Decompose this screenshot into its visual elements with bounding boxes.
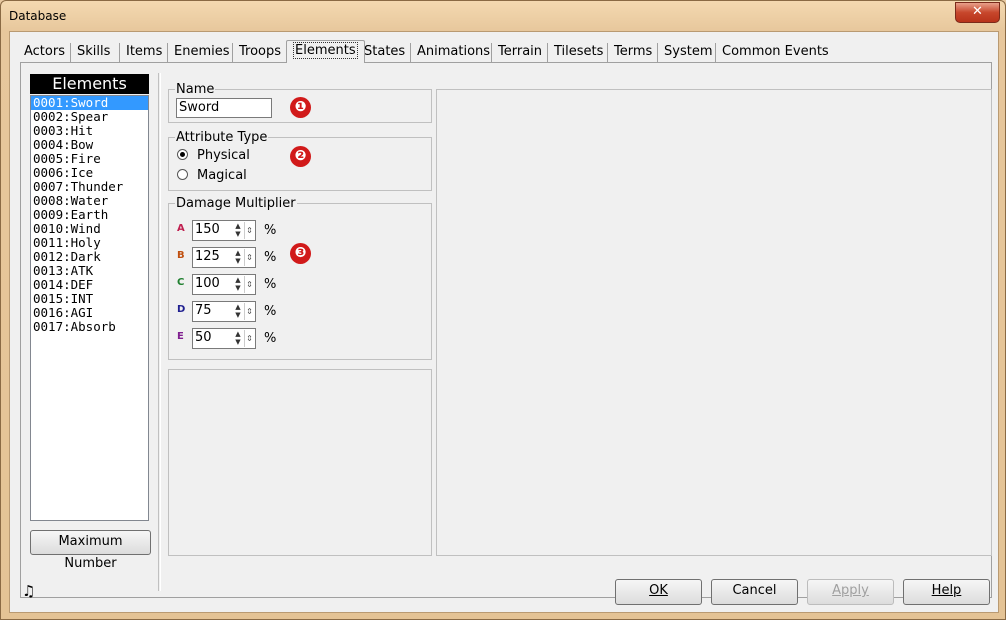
close-button[interactable]: ✕ bbox=[955, 2, 1000, 23]
tab-terms[interactable]: Terms bbox=[607, 43, 658, 62]
list-item[interactable]: 0007:Thunder bbox=[31, 180, 148, 194]
help-label: Help bbox=[931, 583, 962, 598]
callout-badge-3: ❸ bbox=[290, 243, 311, 264]
multiplier-stepper[interactable]: 100 ▲ ▼ ⇕ bbox=[192, 274, 256, 295]
stepper-arrows-icon[interactable]: ▲ ▼ bbox=[233, 249, 243, 266]
list-header: Elements bbox=[30, 74, 149, 94]
percent-unit: % bbox=[264, 277, 277, 292]
stepper-arrows-icon[interactable]: ▲ ▼ bbox=[233, 276, 243, 293]
radio-selected-icon bbox=[177, 149, 188, 160]
list-item[interactable]: 0003:Hit bbox=[31, 124, 148, 138]
name-group: Name Sword ❶ bbox=[168, 82, 432, 123]
window-title: Database bbox=[9, 9, 67, 23]
multiplier-letter: E bbox=[177, 331, 184, 342]
stepper-arrows-icon[interactable]: ▲ ▼ bbox=[233, 330, 243, 347]
stepper-slider-icon[interactable]: ⇕ bbox=[244, 303, 254, 320]
tab-panel: Elements 0001:Sword 0002:Spear 0003:Hit … bbox=[20, 62, 992, 598]
tab-elements[interactable]: Elements bbox=[286, 40, 365, 63]
callout-badge-2: ❷ bbox=[290, 146, 311, 167]
tab-troops[interactable]: Troops bbox=[232, 43, 287, 62]
list-item[interactable]: 0016:AGI bbox=[31, 306, 148, 320]
tab-animations[interactable]: Animations bbox=[410, 43, 496, 62]
list-item[interactable]: 0013:ATK bbox=[31, 264, 148, 278]
multiplier-letter: D bbox=[177, 304, 186, 315]
tab-system[interactable]: System bbox=[657, 43, 718, 62]
stepper-slider-icon[interactable]: ⇕ bbox=[244, 249, 254, 266]
title-bar: Database ✕ bbox=[1, 1, 1005, 31]
damage-multiplier-group: Damage Multiplier A 150 ▲ ▼ ⇕ % B 125 ▲ ▼ ⇕ % … bbox=[168, 196, 432, 360]
percent-unit: % bbox=[264, 304, 277, 319]
callout-badge-1: ❶ bbox=[290, 97, 311, 118]
stepper-value: 150 bbox=[195, 222, 220, 237]
tab-skills[interactable]: Skills bbox=[70, 43, 116, 62]
percent-unit: % bbox=[264, 250, 277, 265]
multiplier-stepper[interactable]: 125 ▲ ▼ ⇕ bbox=[192, 247, 256, 268]
attribute-type-group: Attribute Type Physical Magical ❷ bbox=[168, 130, 432, 191]
list-item[interactable]: 0005:Fire bbox=[31, 152, 148, 166]
empty-group-box bbox=[168, 369, 432, 556]
stepper-value: 50 bbox=[195, 330, 212, 345]
tab-common-events[interactable]: Common Events bbox=[715, 43, 835, 62]
tab-tilesets[interactable]: Tilesets bbox=[547, 43, 609, 62]
elements-sidebar: Elements 0001:Sword 0002:Spear 0003:Hit … bbox=[29, 73, 151, 593]
list-item[interactable]: 0009:Earth bbox=[31, 208, 148, 222]
list-item[interactable]: 0002:Spear bbox=[31, 110, 148, 124]
multiplier-stepper[interactable]: 150 ▲ ▼ ⇕ bbox=[192, 220, 256, 241]
tab-enemies[interactable]: Enemies bbox=[167, 43, 236, 62]
maximum-number-button[interactable]: Maximum Number bbox=[30, 530, 151, 571]
tab-terrain[interactable]: Terrain bbox=[491, 43, 548, 62]
multiplier-letter: C bbox=[177, 277, 185, 288]
multiplier-letter: B bbox=[177, 250, 185, 261]
multiplier-letter: A bbox=[177, 223, 185, 234]
radio-magical[interactable]: Magical bbox=[177, 168, 247, 183]
stepper-arrows-icon[interactable]: ▲ ▼ bbox=[233, 303, 243, 320]
stepper-slider-icon[interactable]: ⇕ bbox=[244, 330, 254, 347]
stepper-slider-icon[interactable]: ⇕ bbox=[244, 276, 254, 293]
ok-button[interactable]: OK bbox=[615, 579, 702, 605]
stepper-value: 75 bbox=[195, 303, 212, 318]
tab-items[interactable]: Items bbox=[119, 43, 168, 62]
name-field[interactable]: Sword bbox=[176, 98, 272, 118]
client-area: Actors Skills Items Enemies Troops Eleme… bbox=[9, 31, 999, 613]
radio-physical[interactable]: Physical bbox=[177, 148, 250, 163]
percent-unit: % bbox=[264, 223, 277, 238]
percent-unit: % bbox=[264, 331, 277, 346]
list-item[interactable]: 0014:DEF bbox=[31, 278, 148, 292]
list-item[interactable]: 0012:Dark bbox=[31, 250, 148, 264]
help-button[interactable]: Help bbox=[903, 579, 990, 605]
divider bbox=[158, 73, 161, 591]
apply-label: Apply bbox=[832, 583, 869, 598]
stepper-slider-icon[interactable]: ⇕ bbox=[244, 222, 254, 239]
list-item[interactable]: 0010:Wind bbox=[31, 222, 148, 236]
cancel-button[interactable]: Cancel bbox=[711, 579, 798, 605]
ok-label: OK bbox=[649, 583, 668, 598]
multiplier-stepper[interactable]: 75 ▲ ▼ ⇕ bbox=[192, 301, 256, 322]
name-label: Name bbox=[175, 82, 216, 97]
elements-list[interactable]: 0001:Sword 0002:Spear 0003:Hit 0004:Bow … bbox=[30, 95, 149, 521]
radio-physical-label: Physical bbox=[197, 148, 250, 163]
radio-magical-label: Magical bbox=[197, 168, 247, 183]
notes-panel bbox=[436, 89, 992, 556]
list-item[interactable]: 0011:Holy bbox=[31, 236, 148, 250]
list-item[interactable]: 0017:Absorb bbox=[31, 320, 148, 334]
list-item[interactable]: 0004:Bow bbox=[31, 138, 148, 152]
apply-button[interactable]: Apply bbox=[807, 579, 894, 605]
tab-elements-label: Elements bbox=[293, 42, 358, 59]
stepper-value: 125 bbox=[195, 249, 220, 264]
list-item[interactable]: 0006:Ice bbox=[31, 166, 148, 180]
stepper-arrows-icon[interactable]: ▲ ▼ bbox=[233, 222, 243, 239]
list-item[interactable]: 0015:INT bbox=[31, 292, 148, 306]
tab-actors[interactable]: Actors bbox=[18, 43, 71, 62]
stepper-value: 100 bbox=[195, 276, 220, 291]
multiplier-stepper[interactable]: 50 ▲ ▼ ⇕ bbox=[192, 328, 256, 349]
attribute-type-label: Attribute Type bbox=[175, 130, 269, 145]
list-item[interactable]: 0008:Water bbox=[31, 194, 148, 208]
music-note-icon[interactable]: ♫ bbox=[22, 582, 35, 600]
database-window: Database ✕ Actors Skills Items Enemies T… bbox=[0, 0, 1006, 620]
radio-unselected-icon bbox=[177, 169, 188, 180]
tab-states[interactable]: States bbox=[357, 43, 411, 62]
damage-multiplier-label: Damage Multiplier bbox=[175, 196, 297, 211]
list-item[interactable]: 0001:Sword bbox=[31, 96, 148, 110]
